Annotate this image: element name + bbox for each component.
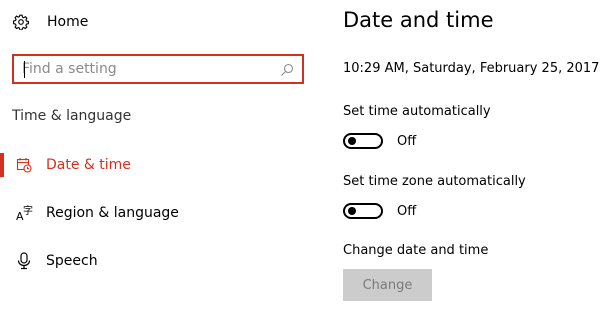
section-title: Time & language <box>12 108 132 124</box>
language-icon: A 字 <box>14 203 34 223</box>
current-date-time: 10:29 AM, Saturday, February 25, 2017 <box>343 61 600 76</box>
toggle-state-text: Off <box>397 133 417 149</box>
set-time-auto-label: Set time automatically <box>343 104 491 119</box>
nav-item-label: Region & language <box>46 205 179 221</box>
microphone-icon <box>14 251 34 271</box>
gear-icon <box>12 13 30 31</box>
text-caret <box>24 61 25 78</box>
set-time-auto-toggle[interactable] <box>343 133 383 149</box>
svg-text:字: 字 <box>23 204 33 217</box>
calendar-clock-icon <box>14 155 34 175</box>
set-timezone-auto-label: Set time zone automatically <box>343 174 526 189</box>
search-box[interactable] <box>12 54 304 84</box>
toggle-knob <box>348 137 356 145</box>
nav-item-speech[interactable]: Speech <box>0 243 320 279</box>
set-time-auto-setting: Off <box>343 130 416 152</box>
search-input[interactable] <box>22 61 272 77</box>
nav-pane: Home Time & language <box>0 0 320 311</box>
toggle-knob <box>348 207 356 215</box>
set-timezone-auto-setting: Off <box>343 200 416 222</box>
nav-item-label: Date & time <box>46 157 131 173</box>
page-title: Date and time <box>343 8 494 32</box>
change-date-time-label: Change date and time <box>343 243 489 258</box>
toggle-state-text: Off <box>397 203 417 219</box>
change-button[interactable]: Change <box>343 269 432 301</box>
home-label: Home <box>47 14 89 30</box>
home-nav-item[interactable]: Home <box>12 8 88 36</box>
set-timezone-auto-toggle[interactable] <box>343 203 383 219</box>
settings-window: Home Time & language <box>0 0 600 311</box>
nav-item-label: Speech <box>46 253 98 269</box>
active-indicator <box>0 153 4 177</box>
search-icon[interactable] <box>280 62 294 76</box>
nav-item-region-language[interactable]: A 字 Region & language <box>0 195 320 231</box>
nav-item-date-time[interactable]: Date & time <box>0 147 320 183</box>
